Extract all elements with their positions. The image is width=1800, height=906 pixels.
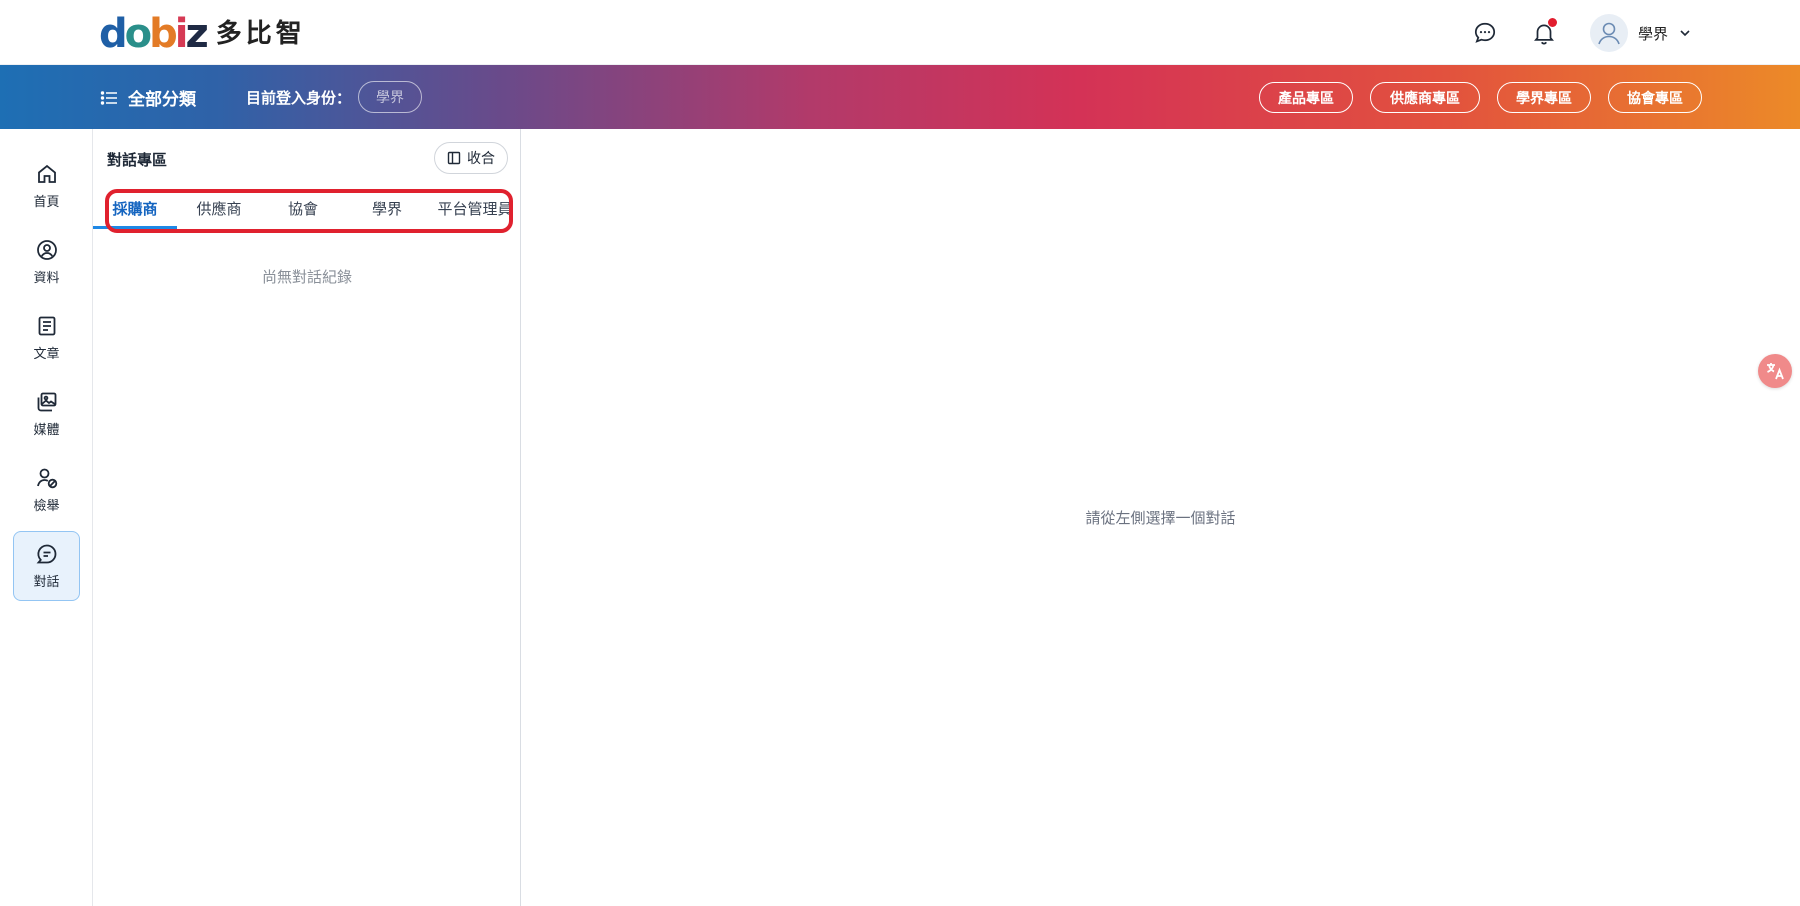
user-menu[interactable]: 學界: [1590, 13, 1692, 53]
translate-button[interactable]: [1758, 354, 1792, 388]
chevron-down-icon: [1680, 30, 1690, 37]
logo-mark: dobiz: [99, 11, 209, 57]
user-circle-icon: [36, 240, 57, 260]
zone-association-button[interactable]: 協會專區: [1608, 82, 1702, 113]
document-icon: [38, 316, 55, 336]
user-name: 學界: [1638, 24, 1669, 43]
conversation-panel: 對話專區 收合 採購商 供應商 協會 學界 平台管理員 尚無對話紀錄: [93, 129, 521, 906]
nav-item-media[interactable]: 媒體: [13, 379, 80, 449]
collapse-button[interactable]: 收合: [434, 142, 508, 174]
empty-conversation-list: 尚無對話紀錄: [261, 268, 352, 286]
notification-dot: [1548, 18, 1557, 27]
role-label: 目前登入身份：: [246, 89, 352, 107]
nav-item-report[interactable]: 檢舉: [13, 455, 80, 525]
avatar-icon: [1590, 14, 1628, 52]
all-categories-label: 全部分類: [128, 90, 196, 110]
nav-label: 媒體: [33, 423, 60, 438]
media-icon: [37, 392, 56, 412]
tabs-highlight-annotation: [105, 189, 513, 233]
home-icon: [37, 164, 56, 183]
nav-item-messages[interactable]: 對話: [13, 531, 80, 601]
side-nav: 首頁 資料 文章 媒體 檢舉 對話: [0, 129, 93, 906]
category-band: 全部分類 目前登入身份： 學界 產品專區 供應商專區 學界專區 協會專區: [0, 65, 1800, 129]
nav-item-home[interactable]: 首頁: [13, 151, 80, 221]
panel-title: 對話專區: [107, 151, 168, 169]
collapse-panel-icon: [447, 151, 461, 165]
nav-label: 資料: [33, 271, 60, 286]
nav-label: 文章: [33, 347, 60, 362]
chat-placeholder: 請從左側選擇一個對話: [1085, 509, 1236, 527]
nav-item-profile[interactable]: 資料: [13, 227, 80, 297]
user-block-icon: [36, 468, 57, 489]
nav-label: 檢舉: [33, 499, 60, 514]
role-badge: 學界: [358, 81, 422, 113]
bell-icon[interactable]: [1529, 18, 1559, 48]
chat-bubble-icon[interactable]: [1470, 18, 1500, 48]
message-icon: [36, 544, 56, 564]
zone-academia-button[interactable]: 學界專區: [1497, 82, 1591, 113]
app-window: dobiz 多比智 學界 全部分類 目前登入身份： 學界 產品專區 供應商專區 …: [0, 0, 1800, 906]
nav-label: 首頁: [33, 195, 60, 210]
collapse-label: 收合: [467, 151, 495, 167]
top-header: dobiz 多比智 學界: [0, 0, 1800, 65]
logo[interactable]: dobiz 多比智: [99, 14, 306, 54]
nav-item-articles[interactable]: 文章: [13, 303, 80, 373]
translate-icon: [1767, 363, 1784, 380]
list-icon: [100, 90, 117, 105]
logo-text: 多比智: [215, 19, 306, 49]
zone-product-button[interactable]: 產品專區: [1259, 82, 1353, 113]
all-categories-button[interactable]: 全部分類: [100, 85, 196, 110]
zone-supplier-button[interactable]: 供應商專區: [1370, 82, 1480, 113]
nav-label: 對話: [33, 575, 60, 590]
